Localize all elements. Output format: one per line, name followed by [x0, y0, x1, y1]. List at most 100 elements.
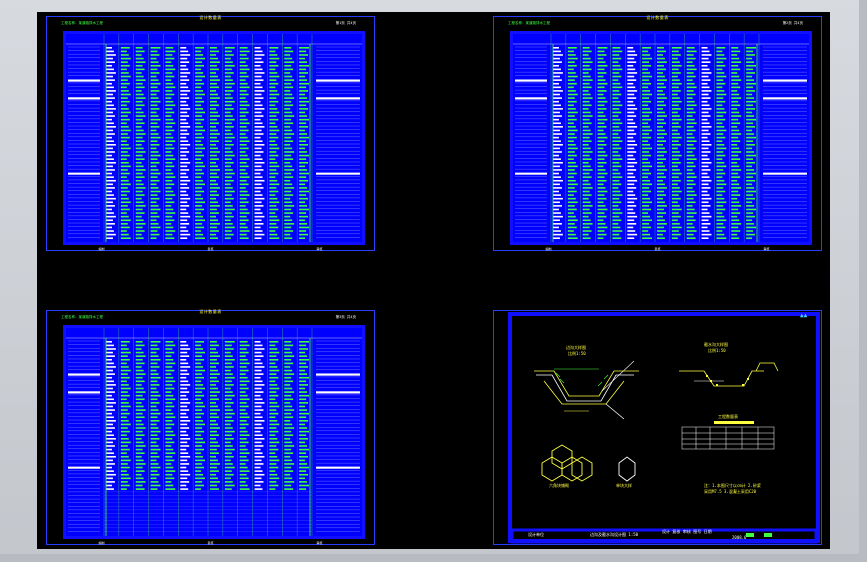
cell-text [731, 161, 738, 164]
cell-text [612, 187, 619, 189]
cell-text [612, 54, 620, 56]
detail-sheet[interactable]: 边沟大样图 比例1:50 截水沟大样图 比例1:50 工程数量表 六角块铺砌 单… [493, 310, 822, 545]
cell-text [642, 97, 650, 99]
cell-text [135, 348, 142, 350]
cell-text [284, 369, 293, 372]
cell-text [612, 133, 619, 135]
cell-text [210, 481, 220, 483]
cell-text [180, 144, 191, 146]
cell-text [657, 179, 663, 182]
cell-text [567, 165, 578, 168]
cell-text [106, 176, 114, 178]
cell-text [627, 212, 636, 214]
quantity-sheet-3[interactable]: 设计数量表 工程名称：某道路排水工程 第3页 共4页 编制 复核 审核 [46, 309, 375, 545]
cell-text [254, 90, 265, 92]
cell-text [657, 79, 667, 81]
cell-text [239, 233, 247, 236]
cell-text [180, 344, 189, 347]
cell-text [299, 169, 308, 171]
cell-text [150, 72, 160, 74]
cell-text [284, 82, 292, 85]
cell-text [150, 369, 157, 372]
cell-text [150, 179, 160, 182]
cell-text [254, 126, 265, 128]
cell-text [716, 212, 723, 214]
cell-text [210, 398, 219, 401]
cell-text [165, 223, 172, 225]
cell-text [254, 230, 263, 232]
cell-text [671, 187, 680, 189]
cell-text [165, 68, 176, 71]
cell-text [269, 448, 279, 451]
cell-text [224, 97, 233, 99]
cell-text [210, 79, 220, 81]
cell-text [686, 136, 695, 139]
cell-text [239, 197, 247, 200]
cell-text [269, 344, 276, 347]
cell-text [612, 169, 619, 171]
cell-text [165, 466, 174, 469]
cell-text [135, 373, 146, 375]
cell-text [731, 115, 742, 117]
cell-text [731, 223, 742, 225]
cell-text [210, 129, 218, 132]
cell-text [701, 212, 710, 214]
cell-text [567, 176, 574, 178]
vertical-scrollbar[interactable] [859, 0, 867, 562]
cell-text [582, 169, 593, 171]
cell-text [657, 219, 665, 222]
cell-text [224, 115, 233, 117]
cell-text [284, 154, 292, 157]
cell-text [180, 93, 188, 96]
cell-text [210, 233, 216, 236]
cell-text [180, 129, 188, 132]
cell-text [150, 423, 157, 426]
quantity-sheet-1[interactable]: 设计数量表 工程名称：某道路排水工程 第1页 共4页 编制 复核 审核 [46, 15, 375, 251]
drawing-canvas[interactable]: 设计数量表 工程名称：某道路排水工程 第1页 共4页 编制 复核 审核 设计数量… [37, 12, 830, 549]
cell-text [553, 100, 559, 103]
cell-text [195, 118, 205, 121]
cell-text [686, 172, 695, 175]
cell-text [106, 57, 113, 60]
cell-text [567, 169, 575, 171]
cell-text [165, 129, 175, 132]
cell-text [567, 64, 577, 67]
cell-text [686, 79, 693, 81]
cell-text [269, 459, 280, 462]
cell-text [210, 54, 216, 56]
quantity-sheet-2[interactable]: 设计数量表 工程名称：某道路排水工程 第2页 共4页 编制 复核 审核 [493, 15, 822, 251]
cell-text [106, 93, 113, 96]
cell-text [224, 190, 235, 193]
cell-text [299, 455, 309, 458]
horizontal-scrollbar[interactable] [0, 554, 867, 562]
cell-text [269, 223, 277, 225]
cell-text [150, 434, 158, 437]
cell-text [686, 115, 693, 117]
cell-text [671, 79, 680, 81]
cell-text [195, 64, 205, 67]
cell-text [686, 151, 693, 153]
cell-text [627, 223, 637, 225]
cell-text [701, 86, 710, 89]
cell-text [269, 93, 280, 96]
cell-text [254, 441, 262, 444]
cell-text [597, 122, 605, 125]
cell-text [180, 100, 187, 103]
cell-text [731, 215, 738, 218]
cell-text [567, 100, 577, 103]
cell-text [269, 226, 279, 229]
cell-text [567, 230, 574, 232]
cell-text [180, 477, 188, 480]
cell-text [224, 93, 231, 96]
cell-text [627, 97, 637, 99]
cell-text [686, 147, 696, 150]
cell-text [165, 445, 172, 447]
cell-text [686, 179, 694, 182]
cell-text [150, 61, 159, 63]
cell-text [254, 122, 263, 125]
cell-text [582, 122, 592, 125]
cell-text [269, 376, 279, 379]
cell-text [224, 212, 232, 214]
cell-text [269, 179, 278, 182]
cell-text [269, 165, 280, 168]
